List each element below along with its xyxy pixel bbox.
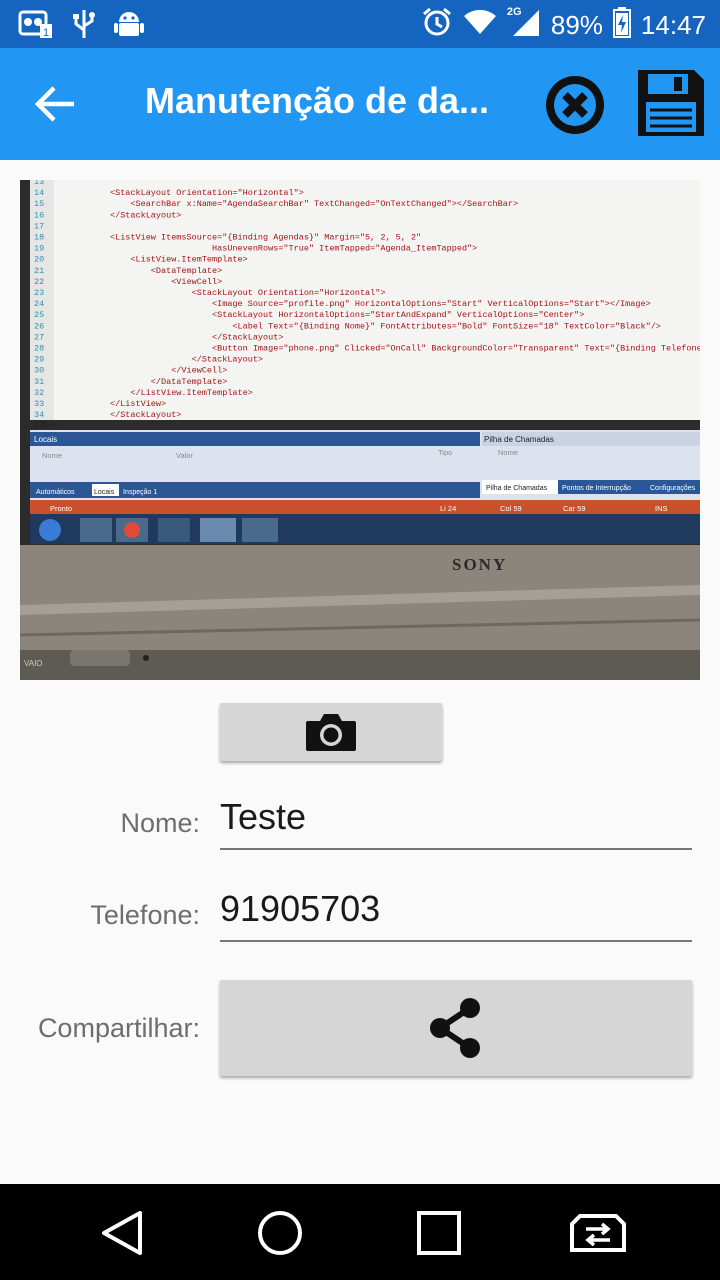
code-line-number: 29 (34, 355, 44, 365)
android-debug-icon (114, 8, 144, 45)
code-line-number: 33 (34, 399, 44, 409)
laptop-brand: SONY (452, 555, 507, 574)
wifi-icon (463, 8, 497, 43)
tab-call-stack: Pilha de Chamadas (486, 485, 548, 492)
camera-icon (306, 714, 356, 751)
locals-col-type: Tipo (438, 448, 452, 457)
cancel-button[interactable] (540, 70, 610, 140)
code-line-number: 21 (34, 266, 44, 276)
clock: 14:47 (640, 10, 706, 40)
take-photo-button[interactable] (220, 703, 442, 761)
call-stack-col-name: Nome (498, 448, 518, 457)
code-line-text: </ListView.ItemTemplate> (110, 388, 253, 398)
laptop-screen-photo: 1314 <StackLayout Orientation="Horizontal… (20, 180, 700, 680)
app-bar: Manutenção de da... (0, 48, 720, 160)
code-line-text: <StackLayout Orientation="Horizontal"> (110, 188, 304, 198)
back-triangle-icon[interactable] (100, 1210, 144, 1261)
back-arrow-icon[interactable] (34, 84, 78, 124)
code-line-text: </ViewCell> (110, 366, 227, 376)
ide-status-ready: Pronto (50, 504, 72, 513)
signal-icon: 2G (507, 6, 541, 45)
battery-charging-icon (612, 6, 631, 45)
code-line-number: 24 (34, 299, 44, 309)
code-line-number: 16 (34, 210, 44, 220)
tab-automaticos: Automáticos (36, 489, 75, 496)
page-title: Manutenção de da... (145, 80, 490, 121)
ide-status-line: Li 24 (440, 504, 456, 513)
code-line-number: 34 (34, 410, 44, 420)
phone-label: Telefone: (90, 900, 200, 930)
usb-icon (72, 8, 96, 45)
floppy-disk-icon (638, 70, 704, 136)
zoom-level: 100 % (34, 420, 57, 429)
home-circle-icon[interactable] (257, 1210, 303, 1261)
cancel-circle-x-icon (546, 76, 604, 134)
code-line-text: </DataTemplate> (110, 377, 227, 387)
code-line-text: </StackLayout> (110, 332, 283, 342)
navigation-bar (0, 1184, 720, 1280)
code-line-number: 27 (34, 332, 44, 342)
switch-sim-icon[interactable] (570, 1212, 626, 1259)
recents-square-icon[interactable] (416, 1210, 462, 1261)
tab-breakpoints: Pontos de Interrupção (562, 485, 631, 492)
name-field[interactable]: Teste (220, 796, 692, 850)
code-line-text: </StackLayout> (110, 210, 181, 220)
code-line-number: 23 (34, 288, 44, 298)
status-bar: 1 2G 89% 14:47 (0, 0, 720, 48)
code-line-text: <ListView ItemsSource="{Binding Agendas}… (110, 233, 421, 243)
svg-text:1: 1 (43, 27, 49, 39)
code-line-text: <Label Text="{Binding Nome}" FontAttribu… (110, 321, 661, 331)
ide-status-ins: INS (655, 504, 668, 513)
name-label: Nome: (120, 808, 200, 838)
contact-photo: 13 14 <StackLayout Orientation="Horizontal… (20, 180, 700, 680)
code-line-text: </StackLayout> (110, 355, 263, 365)
share-label: Compartilhar: (37, 1013, 200, 1043)
code-line-number: 14 (34, 188, 44, 198)
phone-field[interactable]: 91905703 (220, 888, 692, 942)
network-type-label: 2G (506, 6, 522, 18)
code-line-text: <StackLayout HorizontalOptions="StartAnd… (110, 310, 584, 320)
save-button[interactable] (636, 68, 706, 138)
code-line-number: 19 (34, 244, 44, 254)
code-line-text: </ListView> (110, 399, 166, 409)
tab-locais: Locais (94, 489, 115, 496)
voicemail-sim-icon: 1 (18, 8, 54, 45)
code-line-number: 28 (34, 344, 44, 354)
alarm-icon (421, 6, 453, 45)
ide-status-char: Car 59 (563, 504, 586, 513)
code-line-number: 13 (34, 180, 44, 187)
code-line-number: 31 (34, 377, 44, 387)
locals-col-name: Nome (42, 451, 62, 460)
locals-panel-title: Locais (34, 435, 57, 444)
code-line-text: </StackLayout> (110, 410, 181, 420)
code-line-text: <Button Image="phone.png" Clicked="OnCal… (110, 344, 700, 354)
code-line-number: 17 (34, 221, 44, 231)
code-line-text: HasUnevenRows="True" ItemTapped="Agenda_… (110, 244, 477, 254)
code-line-number: 32 (34, 388, 44, 398)
code-line-number: 20 (34, 255, 44, 265)
share-icon (430, 998, 480, 1058)
code-line-number: 25 (34, 310, 44, 320)
tab-inspecao: Inspeção 1 (123, 489, 157, 496)
code-line-text: <Image Source="profile.png" HorizontalOp… (110, 299, 651, 309)
ide-status-col: Col 59 (500, 504, 522, 513)
code-line-number: 26 (34, 321, 44, 331)
battery-percent: 89% (550, 10, 603, 40)
code-line-number: 22 (34, 277, 44, 287)
call-stack-panel-title: Pilha de Chamadas (484, 435, 554, 444)
code-line-text: <ListView.ItemTemplate> (110, 255, 248, 265)
code-line-number: 15 (34, 199, 44, 209)
code-line-text: <DataTemplate> (110, 266, 222, 276)
tab-settings: Configurações (650, 485, 696, 492)
code-line-text: <ViewCell> (110, 277, 222, 287)
vaio-logo: VAIO (24, 659, 43, 668)
locals-col-value: Valor (176, 451, 193, 460)
code-line-text: <StackLayout Orientation="Horizontal"> (110, 288, 385, 298)
code-line-number: 30 (34, 366, 44, 376)
code-line-number: 18 (34, 233, 44, 243)
share-button[interactable] (220, 980, 692, 1076)
code-line-text: <SearchBar x:Name="AgendaSearchBar" Text… (110, 199, 518, 209)
